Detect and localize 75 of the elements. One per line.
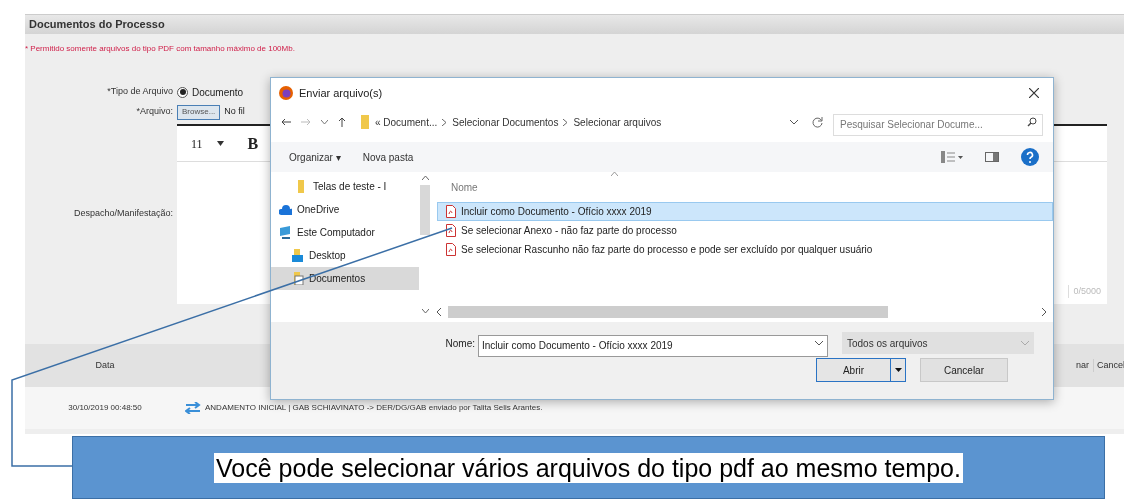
column-header[interactable]: Nome — [437, 172, 1053, 202]
view-options-icon — [941, 151, 963, 163]
chevron-down-icon — [815, 341, 823, 346]
chevron-down-icon — [1021, 340, 1029, 346]
cloud-icon — [279, 203, 292, 216]
documents-icon — [291, 272, 304, 285]
sort-caret-icon — [611, 172, 618, 176]
field-label: *Arquivo: — [135, 105, 174, 119]
requirement-note: * Permitido somente arquivos do tipo PDF com tamanho máximo de 100Mb. — [25, 43, 296, 55]
chevron-right-icon — [563, 118, 569, 126]
nav-item[interactable]: Documentos — [271, 267, 419, 290]
chevron-right-icon — [1042, 308, 1047, 316]
section-header: Documentos do Processo — [25, 14, 1124, 34]
field-label: Nome: — [444, 336, 476, 351]
back-arrow-icon — [281, 118, 291, 126]
nav-item[interactable]: Desktop — [271, 244, 419, 267]
forward-arrow-icon — [301, 118, 311, 126]
character-counter: 0/5000 — [1068, 284, 1101, 298]
search-field[interactable]: Pesquisar Selecionar Docume... — [833, 113, 1043, 136]
radio-button[interactable] — [177, 86, 188, 98]
chevron-right-icon — [442, 118, 448, 126]
scrollbar-thumb[interactable] — [420, 185, 430, 235]
browse-button[interactable]: Browse... — [177, 104, 221, 120]
cancel-button[interactable]: Cancelar — [920, 358, 1008, 382]
chevron-left-icon — [437, 308, 442, 316]
column-header: Data — [94, 358, 116, 372]
font-size-select[interactable]: 11 — [191, 134, 203, 153]
file-row[interactable]: Se selecionar Rascunho não faz parte do processo e pode ser excluído por qualquer usuário — [437, 240, 1053, 259]
file-status: No fil — [224, 105, 245, 119]
scrollbar-thumb[interactable] — [448, 306, 888, 318]
new-folder-button[interactable]: Nova pasta — [362, 149, 414, 165]
chevron-down-icon — [790, 119, 798, 125]
breadcrumb[interactable]: « Document... — [375, 114, 438, 130]
column-header: Cancel — [1096, 358, 1124, 372]
chevron-up-icon — [421, 176, 429, 181]
folder-icon — [360, 115, 370, 129]
pdf-file-icon — [446, 205, 456, 218]
preview-pane-icon — [985, 152, 999, 162]
caret-icon — [216, 141, 224, 146]
computer-icon — [279, 226, 292, 239]
pdf-file-icon — [446, 243, 456, 256]
organize-menu[interactable]: Organizar ▾ — [289, 149, 341, 165]
nav-item[interactable]: Telas de teste - I — [271, 175, 419, 198]
callout-text: Você pode selecionar vários arquivos do tipo pdf ao mesmo tempo. — [214, 452, 963, 483]
radio-option[interactable]: Documento — [177, 84, 244, 100]
breadcrumb[interactable]: Selecionar arquivos — [573, 114, 662, 130]
breadcrumb[interactable]: Selecionar Documentos — [452, 114, 559, 130]
bold-button[interactable]: B — [247, 131, 259, 156]
desktop-icon — [291, 249, 304, 262]
nav-item[interactable]: Este Computador — [271, 221, 419, 244]
search-icon — [1027, 117, 1037, 127]
column-header: nar — [1058, 358, 1094, 373]
field-label: *Tipo de Arquivo — [106, 85, 174, 99]
help-icon — [1021, 148, 1039, 166]
refresh-icon — [812, 116, 823, 128]
table-cell-text: 30/10/2019 00:48:50 — [67, 402, 143, 414]
dropdown-button[interactable] — [891, 359, 905, 381]
file-type-dropdown[interactable]: Todos os arquivos — [842, 332, 1034, 354]
close-icon — [1029, 88, 1039, 98]
dialog-title: Enviar arquivo(s) — [299, 85, 384, 101]
chevron-down-icon — [421, 309, 429, 314]
close-button[interactable] — [1027, 86, 1041, 100]
nav-item[interactable]: OneDrive — [271, 198, 419, 221]
field-label: Despacho/Manifestação: — [73, 207, 173, 221]
chevron-down-icon — [321, 119, 328, 125]
transfer-icon — [185, 402, 201, 414]
browser-logo-icon — [279, 86, 293, 100]
up-arrow-icon — [338, 117, 346, 127]
caret-icon — [894, 368, 902, 372]
pdf-file-icon — [446, 224, 456, 237]
file-name-field[interactable]: Incluir como Documento - Ofício xxxx 2019 — [478, 334, 828, 357]
file-row[interactable]: Incluir como Documento - Ofício xxxx 2019 — [437, 202, 1053, 221]
file-row[interactable]: Se selecionar Anexo - não faz parte do processo — [437, 221, 1053, 240]
table-cell: ANDAMENTO INICIAL | GAB SCHIAVINATO -> DER/DG/GAB enviado por Talita Selis Arantes. — [205, 402, 543, 414]
open-button[interactable]: Abrir — [817, 359, 891, 381]
